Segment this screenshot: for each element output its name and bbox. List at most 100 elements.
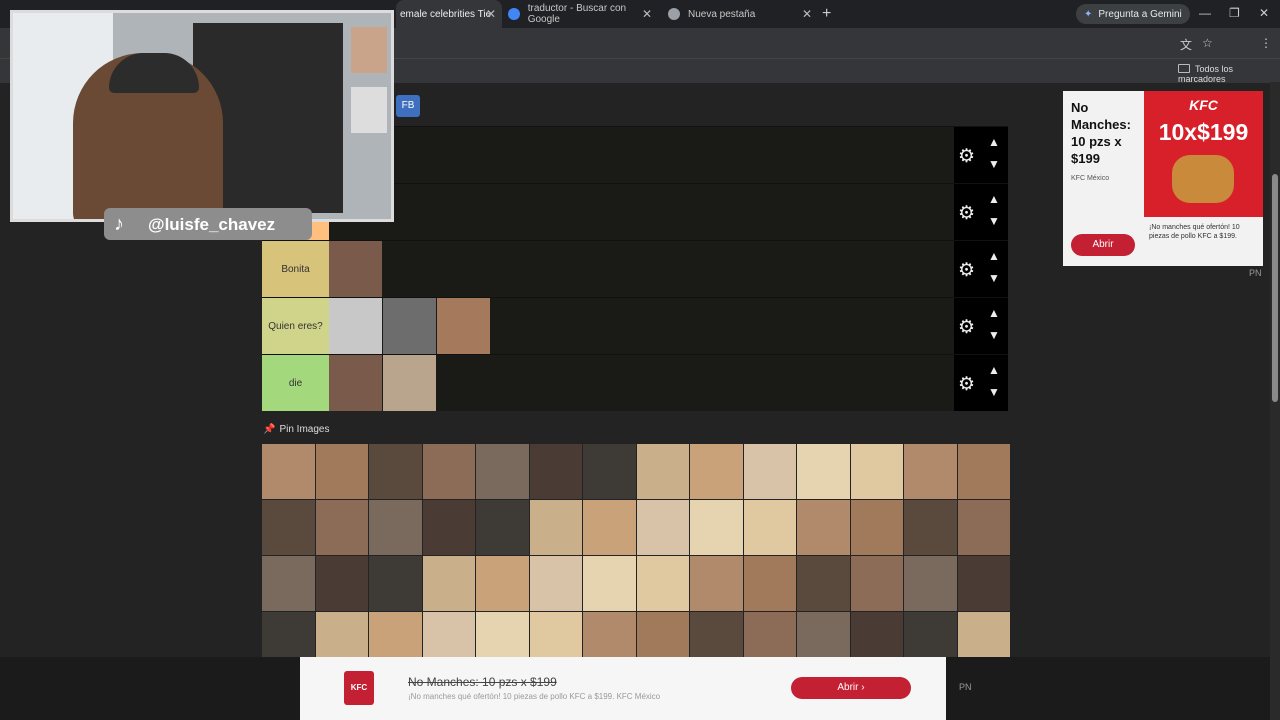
pool-image[interactable] (743, 500, 796, 555)
pool-image[interactable] (850, 444, 903, 499)
pool-image[interactable] (315, 612, 368, 658)
gear-icon[interactable]: ⚙ (958, 145, 975, 168)
pool-image[interactable] (797, 500, 850, 555)
chevron-up-icon[interactable]: ▲ (988, 135, 1000, 149)
tab-nueva[interactable]: Nueva pestaña ✕ (666, 0, 818, 28)
pool-image[interactable] (369, 556, 422, 611)
tier-image[interactable] (329, 298, 382, 354)
chevron-up-icon[interactable]: ▲ (988, 306, 1000, 320)
tier-label[interactable]: die (262, 355, 329, 411)
pool-image[interactable] (583, 612, 636, 658)
pool-image[interactable] (583, 500, 636, 555)
chevron-down-icon[interactable]: ▼ (988, 157, 1000, 171)
chevron-up-icon[interactable]: ▲ (988, 363, 1000, 377)
pool-image[interactable] (850, 556, 903, 611)
pool-image[interactable] (369, 444, 422, 499)
tier-image[interactable] (383, 298, 436, 354)
pool-image[interactable] (743, 612, 796, 658)
tier-image[interactable] (383, 355, 436, 411)
minimize-icon[interactable]: — (1199, 6, 1211, 20)
pool-image[interactable] (797, 556, 850, 611)
pool-image[interactable] (850, 500, 903, 555)
pool-image[interactable] (422, 500, 475, 555)
close-icon[interactable]: ✕ (642, 7, 652, 21)
pool-image[interactable] (262, 444, 315, 499)
pool-image[interactable] (904, 556, 957, 611)
pool-image[interactable] (315, 556, 368, 611)
pool-image[interactable] (422, 612, 475, 658)
chevron-down-icon[interactable]: ▼ (988, 385, 1000, 399)
tier-label[interactable]: Quien eres? (262, 298, 329, 354)
pool-image[interactable] (690, 500, 743, 555)
close-window-icon[interactable]: ✕ (1259, 6, 1269, 20)
tier-label[interactable]: Bonita (262, 241, 329, 297)
chevron-down-icon[interactable]: ▼ (988, 328, 1000, 342)
pool-image[interactable] (262, 612, 315, 658)
restore-icon[interactable]: ❐ (1229, 6, 1240, 20)
pool-image[interactable] (957, 444, 1010, 499)
pool-image[interactable] (957, 612, 1010, 658)
pool-image[interactable] (476, 500, 529, 555)
pool-image[interactable] (422, 556, 475, 611)
pool-image[interactable] (743, 556, 796, 611)
ad-open-button[interactable]: Abrir (1071, 234, 1135, 256)
pool-image[interactable] (797, 444, 850, 499)
pool-image[interactable] (529, 500, 582, 555)
pool-image[interactable] (850, 612, 903, 658)
pool-image[interactable] (315, 500, 368, 555)
tier-image[interactable] (329, 241, 382, 297)
chevron-down-icon[interactable]: ▼ (988, 214, 1000, 228)
kfc-ad-sidebar[interactable]: No Manches: 10 pzs x $199 KFC México KFC… (1063, 91, 1263, 266)
tab-tierlist[interactable]: emale celebrities Tie ✕ (396, 0, 502, 28)
gear-icon[interactable]: ⚙ (958, 202, 975, 225)
chevron-up-icon[interactable]: ▲ (988, 249, 1000, 263)
pool-image[interactable] (476, 612, 529, 658)
pool-image[interactable] (690, 612, 743, 658)
pool-image[interactable] (636, 612, 689, 658)
gemini-button[interactable]: ✦ Pregunta a Gemini (1076, 4, 1190, 24)
all-bookmarks-button[interactable]: Todos los marcadores (1178, 64, 1280, 84)
pool-image[interactable] (797, 612, 850, 658)
pool-image[interactable] (743, 444, 796, 499)
page-scrollbar[interactable] (1270, 82, 1280, 720)
chevron-down-icon[interactable]: ▼ (988, 271, 1000, 285)
translate-icon[interactable]: 文 (1180, 36, 1192, 53)
pool-image[interactable] (904, 444, 957, 499)
star-icon[interactable]: ☆ (1202, 36, 1213, 50)
gear-icon[interactable]: ⚙ (958, 316, 975, 339)
gear-icon[interactable]: ⚙ (958, 259, 975, 282)
scrollbar-thumb[interactable] (1272, 174, 1278, 402)
pool-image[interactable] (422, 444, 475, 499)
pool-image[interactable] (636, 500, 689, 555)
pool-image[interactable] (315, 444, 368, 499)
kfc-ad-banner[interactable]: KFC No Manches: 10 pzs x $199 ¡No manche… (300, 657, 946, 720)
tab-traductor[interactable]: traductor - Buscar con Google ✕ (506, 0, 658, 28)
pool-image[interactable] (957, 500, 1010, 555)
pool-image[interactable] (583, 444, 636, 499)
menu-icon[interactable]: ⋮ (1260, 36, 1272, 50)
tier-image[interactable] (437, 298, 490, 354)
tier-image[interactable] (329, 355, 382, 411)
pool-image[interactable] (369, 500, 422, 555)
close-icon[interactable]: ✕ (486, 7, 496, 21)
pool-image[interactable] (690, 556, 743, 611)
pool-image[interactable] (583, 556, 636, 611)
banner-open-button[interactable]: Abrir › (791, 677, 911, 699)
pool-image[interactable] (904, 612, 957, 658)
pool-image[interactable] (262, 556, 315, 611)
pool-image[interactable] (957, 556, 1010, 611)
pool-image[interactable] (369, 612, 422, 658)
gear-icon[interactable]: ⚙ (958, 373, 975, 396)
close-icon[interactable]: ✕ (802, 7, 812, 21)
pool-image[interactable] (529, 444, 582, 499)
pool-image[interactable] (529, 612, 582, 658)
pool-image[interactable] (262, 500, 315, 555)
chevron-up-icon[interactable]: ▲ (988, 192, 1000, 206)
new-tab-button[interactable]: + (822, 5, 831, 23)
pool-image[interactable] (690, 444, 743, 499)
pool-image[interactable] (904, 500, 957, 555)
pool-image[interactable] (529, 556, 582, 611)
pool-image[interactable] (636, 444, 689, 499)
pool-image[interactable] (476, 444, 529, 499)
pool-image[interactable] (476, 556, 529, 611)
